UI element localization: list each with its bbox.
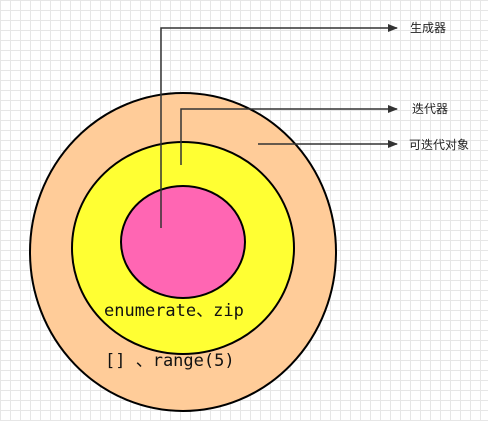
diagram-canvas: 生成器 迭代器 可迭代对象 enumerate、zip [] 、range(5) [0, 0, 488, 417]
generator-circle [120, 185, 246, 299]
generator-label: 生成器 [410, 21, 446, 35]
iterable-examples-text: [] 、range(5) [105, 351, 235, 371]
iterator-examples-text: enumerate、zip [104, 301, 244, 321]
concept-diagram: 生成器 迭代器 可迭代对象 enumerate、zip [] 、range(5) [29, 21, 469, 412]
iterator-label: 迭代器 [412, 102, 448, 116]
iterable-label: 可迭代对象 [409, 138, 469, 152]
